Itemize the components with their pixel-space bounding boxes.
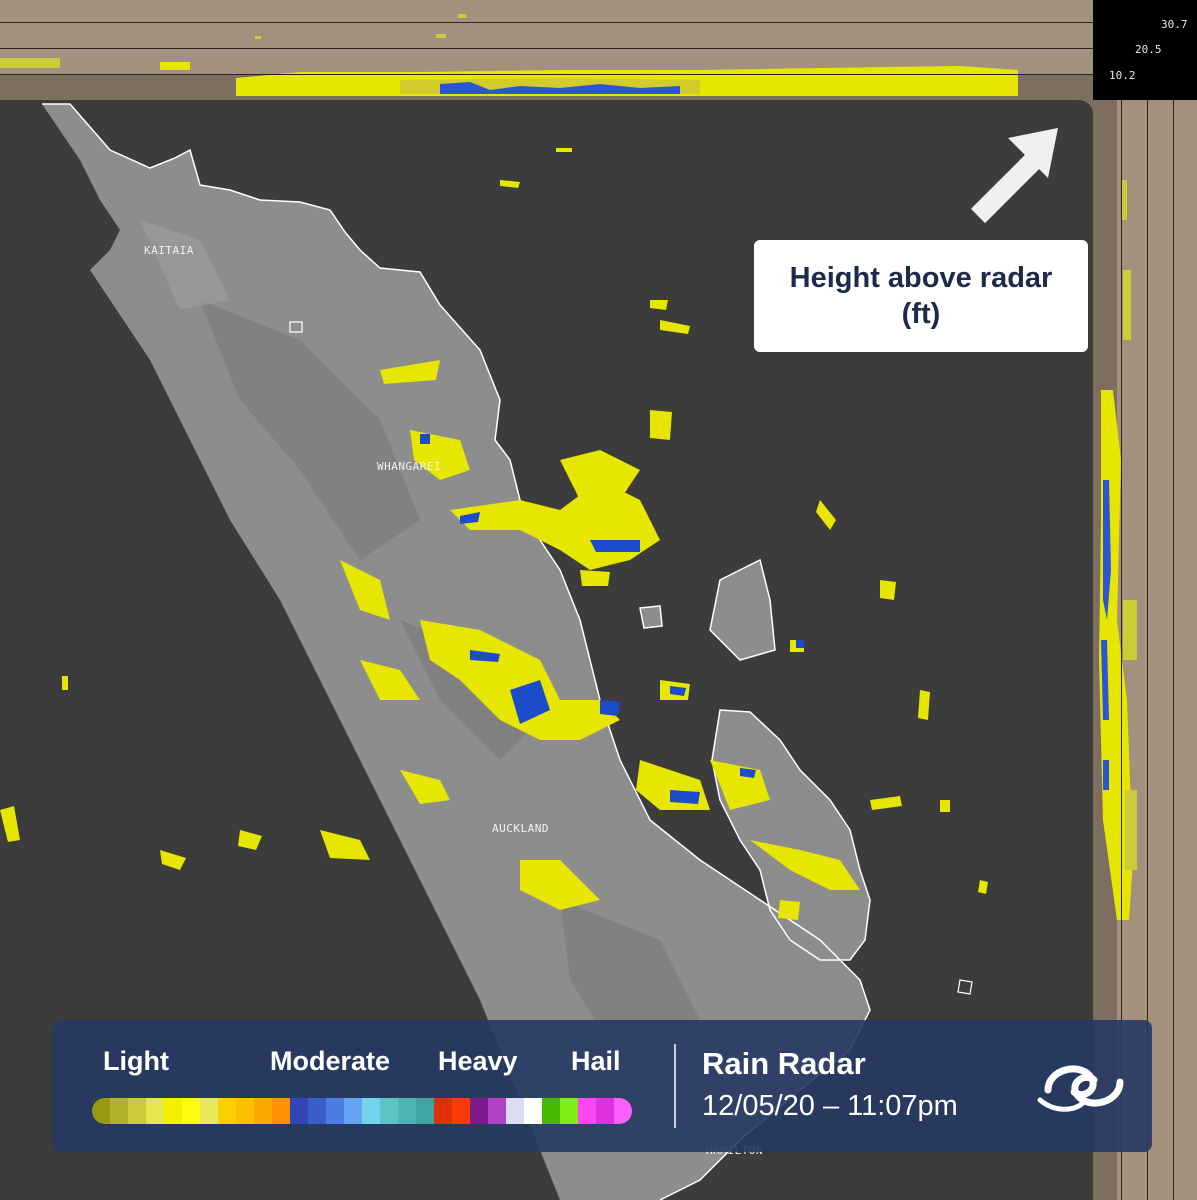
color-swatch — [578, 1098, 596, 1124]
color-swatch — [218, 1098, 236, 1124]
scale-label-top: 30.7 — [1161, 18, 1188, 31]
color-swatch — [164, 1098, 182, 1124]
color-swatch — [452, 1098, 470, 1124]
color-swatch — [560, 1098, 578, 1124]
legend-title: Rain Radar — [702, 1046, 866, 1081]
color-swatch — [362, 1098, 380, 1124]
color-swatch — [326, 1098, 344, 1124]
up-right-arrow-icon — [970, 128, 1058, 224]
color-swatch — [290, 1098, 308, 1124]
legend-label-light: Light — [103, 1046, 169, 1076]
color-swatch — [128, 1098, 146, 1124]
color-swatch — [254, 1098, 272, 1124]
legend-label-hail: Hail — [571, 1046, 621, 1076]
height-annotation-text: Height above radar (ft) — [789, 262, 1053, 330]
brand-logo-icon — [1037, 1065, 1124, 1112]
scale-label-middle: 20.5 — [1135, 43, 1162, 56]
top-height-profile — [0, 0, 1093, 100]
color-swatch — [542, 1098, 560, 1124]
color-swatch — [470, 1098, 488, 1124]
legend-timestamp: 12/05/20 – 11:07pm — [702, 1090, 958, 1122]
color-swatch — [614, 1098, 632, 1124]
color-swatch — [236, 1098, 254, 1124]
color-swatch — [380, 1098, 398, 1124]
color-swatch — [434, 1098, 452, 1124]
color-swatch — [524, 1098, 542, 1124]
color-swatch — [272, 1098, 290, 1124]
color-swatch — [200, 1098, 218, 1124]
color-swatch — [506, 1098, 524, 1124]
place-label-auckland: AUCKLAND — [492, 822, 549, 835]
color-swatch — [416, 1098, 434, 1124]
place-label-kaitaia: KAITAIA — [144, 244, 194, 257]
color-swatch — [398, 1098, 416, 1124]
legend-label-moderate: Moderate — [270, 1046, 391, 1076]
top-profile-echoes — [0, 14, 1093, 100]
color-swatch — [596, 1098, 614, 1124]
color-swatch — [344, 1098, 362, 1124]
color-swatch — [488, 1098, 506, 1124]
height-scale-box: 30.7 20.5 10.2 — [1093, 0, 1197, 100]
color-swatch — [146, 1098, 164, 1124]
color-swatch — [308, 1098, 326, 1124]
place-label-whangarei: WHANGAREI — [377, 460, 442, 473]
legend-label-heavy: Heavy — [438, 1046, 518, 1076]
legend-panel: Light Moderate Heavy Hail Rain Radar 12/… — [52, 1020, 1152, 1152]
legend-divider — [674, 1044, 676, 1128]
color-swatch — [182, 1098, 200, 1124]
intensity-color-scale — [92, 1098, 632, 1124]
scale-label-bottom: 10.2 — [1109, 69, 1136, 82]
color-swatch — [110, 1098, 128, 1124]
height-annotation-card: Height above radar (ft) — [754, 240, 1088, 352]
color-swatch — [92, 1098, 110, 1124]
